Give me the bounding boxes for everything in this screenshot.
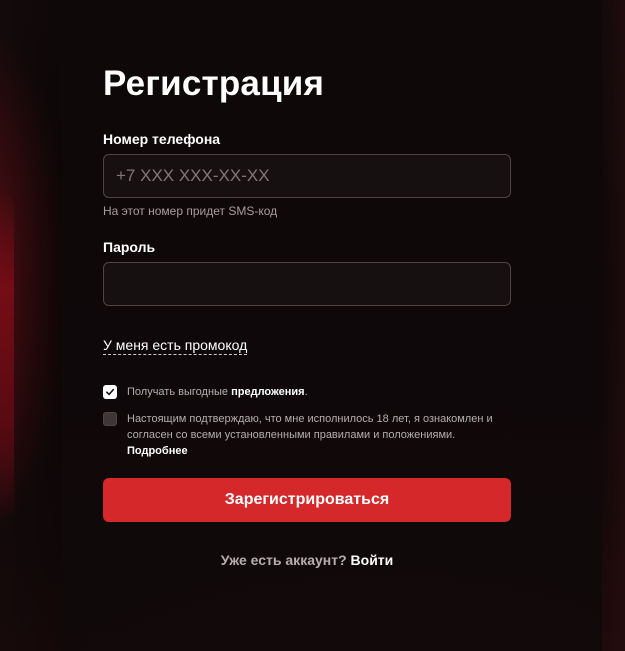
login-link[interactable]: Войти xyxy=(351,552,394,568)
more-details-link[interactable]: Подробнее xyxy=(127,445,188,457)
check-icon xyxy=(106,388,115,396)
register-button[interactable]: Зарегистрироваться xyxy=(103,478,511,522)
background-decoration xyxy=(0,190,14,520)
age-consent-checkbox[interactable] xyxy=(103,412,117,426)
offers-consent-text: Получать выгодные предложения. xyxy=(127,384,308,400)
offers-text-prefix: Получать выгодные xyxy=(127,386,232,398)
offers-checkbox[interactable] xyxy=(103,385,117,399)
promo-code-link[interactable]: У меня есть промокод xyxy=(103,337,248,355)
phone-hint: На этот номер придет SMS-код xyxy=(103,204,278,218)
phone-label: Номер телефона xyxy=(103,131,221,147)
login-prompt: Уже есть аккаунт? Войти xyxy=(103,552,511,568)
offers-text-suffix: . xyxy=(304,386,308,398)
password-input[interactable] xyxy=(103,262,511,306)
login-prompt-text: Уже есть аккаунт? xyxy=(220,552,347,568)
offers-consent-row: Получать выгодные предложения. xyxy=(103,384,308,400)
password-label: Пароль xyxy=(103,239,156,255)
offers-link[interactable]: предложения xyxy=(231,386,304,398)
registration-page: Регистрация Номер телефона На этот номер… xyxy=(0,0,625,651)
age-consent-text: Настоящим подтверждаю, что мне исполнило… xyxy=(127,413,493,441)
page-title: Регистрация xyxy=(103,64,325,103)
age-consent-row: Настоящим подтверждаю, что мне исполнило… xyxy=(103,411,511,443)
phone-input[interactable] xyxy=(103,154,511,198)
